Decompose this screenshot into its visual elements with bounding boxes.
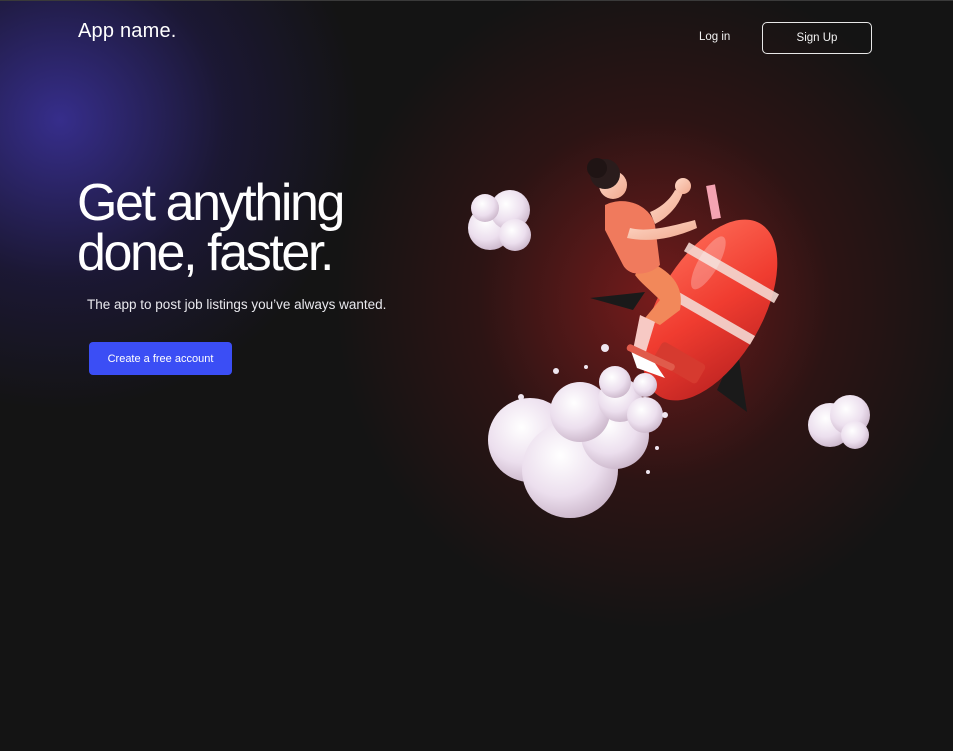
login-link[interactable]: Log in [699, 31, 730, 43]
hero-headline-line1: Get anything [77, 174, 345, 232]
rocket-rider-illustration [468, 158, 870, 518]
rocket-handle [706, 184, 721, 220]
hero-headline: Get anything done, faster. [77, 174, 437, 282]
hero-headline-line2: done, faster. [77, 224, 334, 282]
signup-button[interactable]: Sign Up [762, 22, 872, 54]
create-account-button[interactable]: Create a free account [89, 342, 232, 375]
cloud-small-left [468, 190, 531, 251]
hero-subheading: The app to post job listings you’ve alwa… [87, 297, 387, 312]
rocket-fin-left [590, 292, 645, 310]
app-logo[interactable]: App name. [78, 20, 177, 43]
cloud-small-right [808, 395, 870, 449]
cloud-exhaust [488, 366, 663, 518]
top-border [0, 0, 953, 1]
